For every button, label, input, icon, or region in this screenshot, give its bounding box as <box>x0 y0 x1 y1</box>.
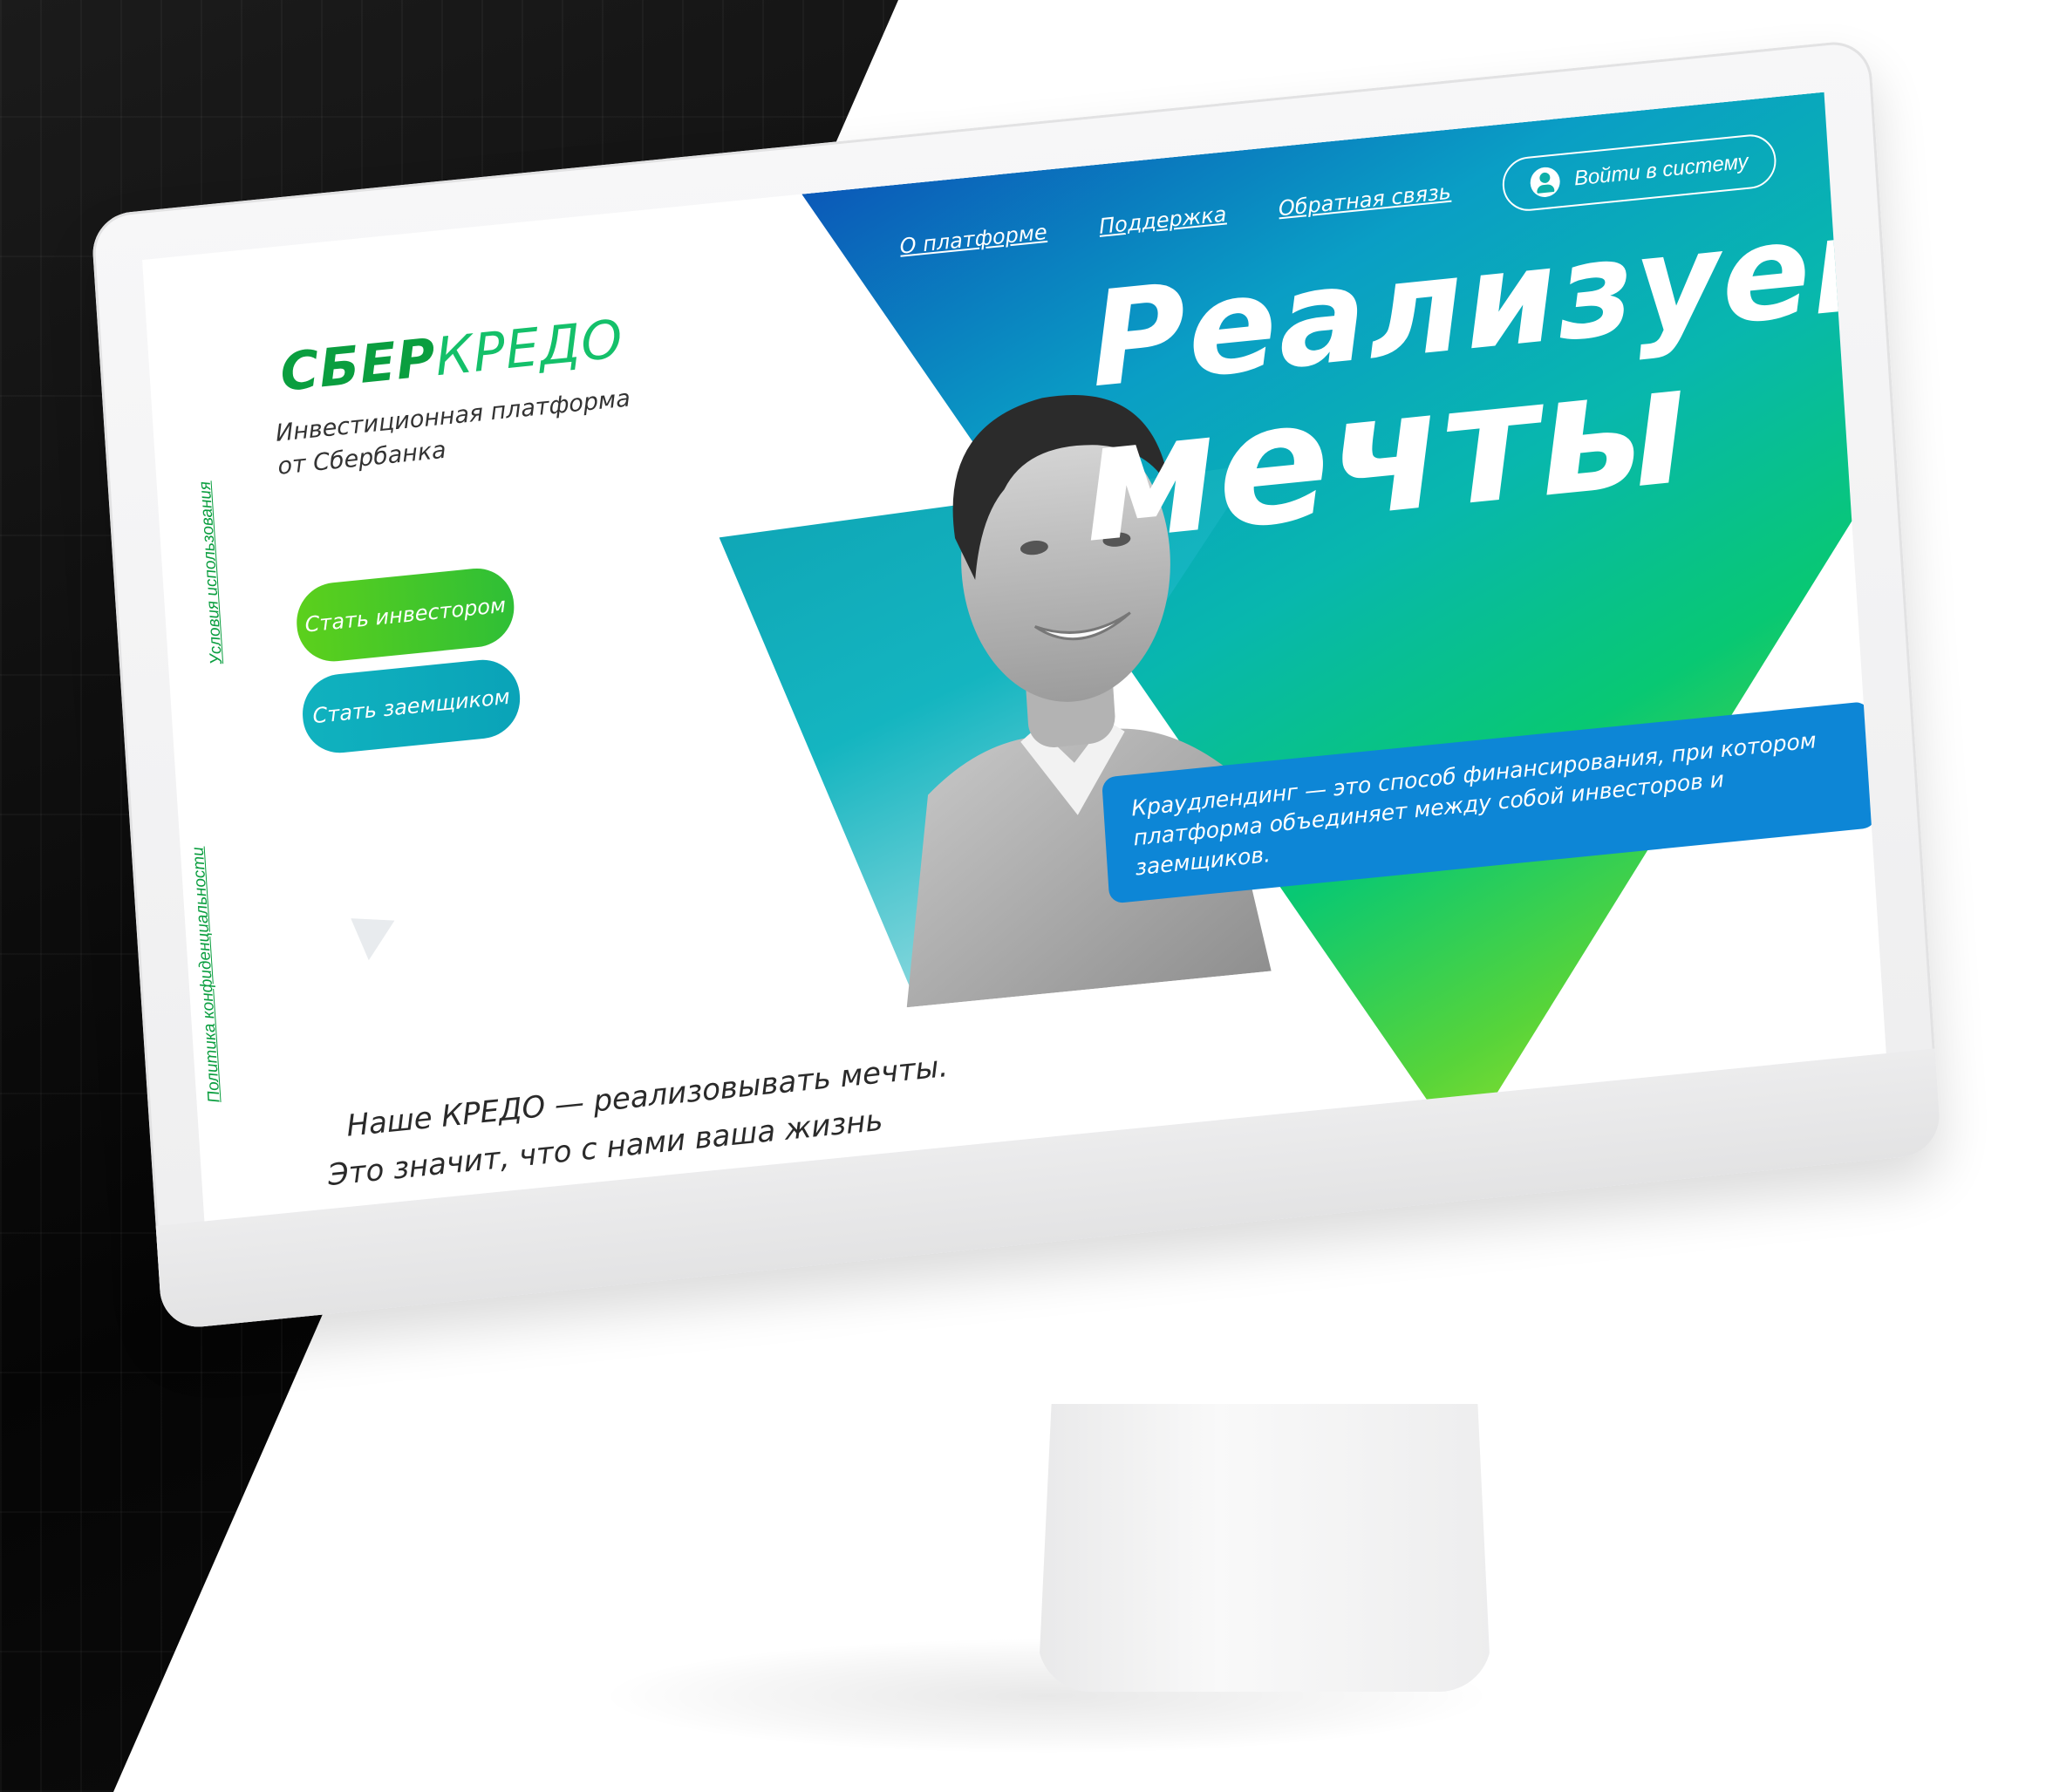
logo-kredo: КРЕДО <box>433 308 625 389</box>
user-icon <box>1530 166 1562 199</box>
monitor-stand <box>1038 1404 1491 1692</box>
become-investor-button[interactable]: Стать инвестором <box>294 564 517 665</box>
login-button-label: Войти в систему <box>1573 149 1749 191</box>
website-screen: О платформе Поддержка Обратная связь Вой… <box>142 92 1886 1222</box>
decorative-triangle <box>351 914 397 962</box>
logo-sber: СБЕР <box>278 327 438 404</box>
nav-link-support[interactable]: Поддержка <box>1098 201 1227 239</box>
privacy-policy-link[interactable]: Политика конфиденциальности <box>189 846 225 1103</box>
nav-link-feedback[interactable]: Обратная связь <box>1278 180 1452 221</box>
nav-link-about[interactable]: О платформе <box>899 220 1048 259</box>
terms-of-use-link[interactable]: Условия использования <box>196 480 227 665</box>
monitor: О платформе Поддержка Обратная связь Вой… <box>90 38 1942 1331</box>
become-borrower-button[interactable]: Стать заемщиком <box>300 656 522 757</box>
